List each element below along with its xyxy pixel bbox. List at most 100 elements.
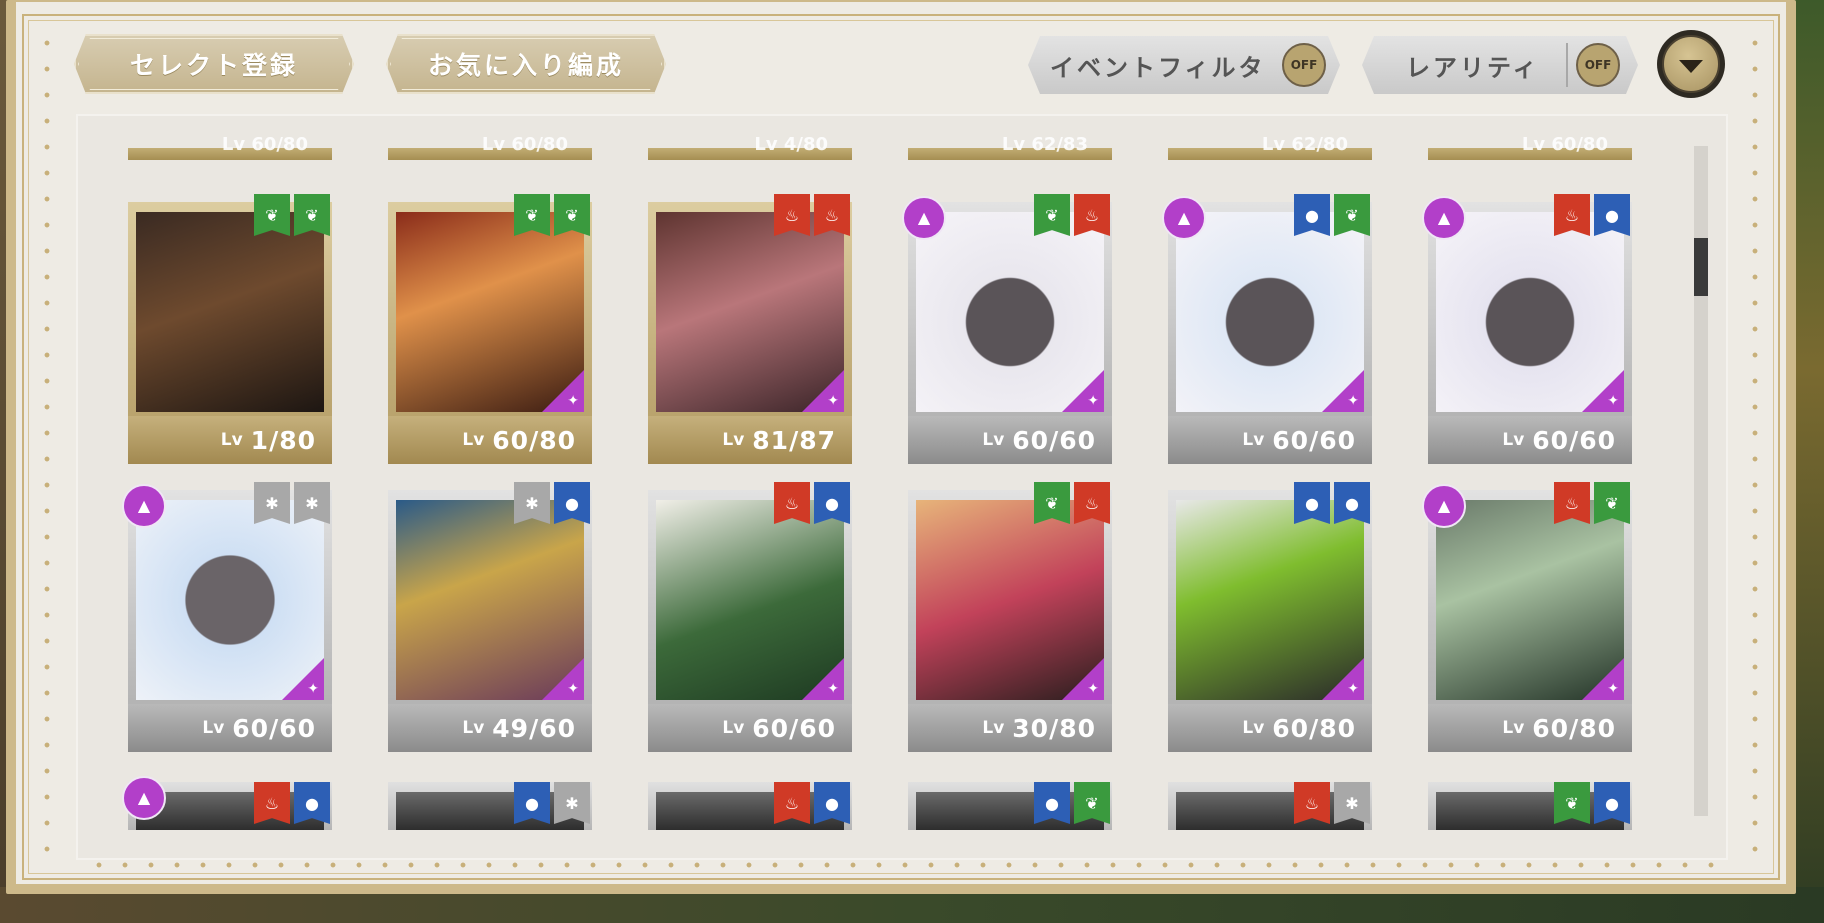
sparkle-icon: ✦ [1607, 681, 1619, 697]
level-prefix: Lv [1502, 430, 1525, 450]
character-card-partial[interactable]: ● ❦ [908, 782, 1112, 830]
character-card[interactable]: ✦ ♨ ● Lv 60/60 [648, 482, 852, 752]
attribute-flags: ✱ ● [514, 482, 590, 524]
level-prefix: Lv [982, 430, 1005, 450]
blue-attribute-icon: ● [554, 482, 590, 524]
rarity-filter-label: レアリティ [1406, 53, 1540, 82]
character-card[interactable]: ✦ ♨ ♨ Lv 81/87 [648, 194, 852, 464]
red-attribute-icon: ♨ [1554, 482, 1590, 524]
level-prefix: Lv [1242, 430, 1265, 450]
card-level-bar: Lv 60/80 [1428, 704, 1632, 752]
sort-order-button[interactable] [1657, 30, 1725, 98]
limit-break-icon: ▲ [1162, 196, 1206, 240]
character-portrait [656, 500, 844, 700]
attribute-flags: ● ✱ [514, 782, 590, 824]
character-card[interactable]: ✦ ✱ ● Lv 49/60 [388, 482, 592, 752]
card-level-value: 81/87 [752, 425, 836, 455]
level-prefix: Lv [1502, 718, 1525, 738]
card-level-strip[interactable]: Lv 62/83 [908, 134, 1112, 160]
card-level-strip[interactable]: Lv 60/80 [1428, 134, 1632, 160]
card-level-bar: Lv 81/87 [648, 416, 852, 464]
sparkle-icon: ✦ [827, 681, 839, 697]
card-grid[interactable]: Lv 60/80 Lv 60/80 Lv 4/80 Lv 62/83 Lv 62/80 L… [76, 114, 1728, 860]
red-attribute-icon: ♨ [774, 482, 810, 524]
attribute-flags: ♨ ● [774, 782, 850, 824]
rarity-filter-button[interactable]: レアリティ OFF [1362, 36, 1638, 94]
green-attribute-icon: ❦ [254, 194, 290, 236]
gray-attribute-icon: ✱ [554, 782, 590, 824]
blue-attribute-icon: ● [1294, 194, 1330, 236]
event-filter-label: イベントフィルタ [1050, 53, 1266, 82]
card-level-value: 30/80 [1012, 713, 1096, 743]
attribute-flags: ✱ ✱ [254, 482, 330, 524]
level-prefix: Lv [982, 718, 1005, 738]
card-level-bar: Lv 30/80 [908, 704, 1112, 752]
attribute-flags: ❦ ❦ [514, 194, 590, 236]
attribute-flags: ● ❦ [1294, 194, 1370, 236]
card-level-strip[interactable]: Lv 60/80 [128, 134, 332, 160]
event-filter-button[interactable]: イベントフィルタ OFF [1028, 36, 1340, 94]
select-register-button[interactable]: セレクト登録 [74, 34, 354, 94]
green-attribute-icon: ❦ [514, 194, 550, 236]
sparkle-icon: ✦ [1087, 393, 1099, 409]
sparkle-icon: ✦ [567, 393, 579, 409]
character-card[interactable]: ✦ ❦ ♨ Lv 30/80 [908, 482, 1112, 752]
level-prefix: Lv [722, 718, 745, 738]
character-portrait [396, 500, 584, 700]
character-card-partial[interactable]: ♨ ✱ [1168, 782, 1372, 830]
character-card[interactable]: ✦ ❦ ❦ Lv 60/80 [388, 194, 592, 464]
red-attribute-icon: ♨ [1554, 194, 1590, 236]
blue-attribute-icon: ● [1294, 482, 1330, 524]
level-prefix: Lv [202, 718, 225, 738]
card-level-value: 60/60 [1012, 425, 1096, 455]
character-card[interactable]: ✦ ❦ ♨ ▲ Lv 60/60 [902, 194, 1112, 464]
sparkle-icon: ✦ [1607, 393, 1619, 409]
card-level-strip[interactable]: Lv 60/80 [388, 134, 592, 160]
green-attribute-icon: ❦ [1074, 782, 1110, 824]
blue-attribute-icon: ● [1594, 782, 1630, 824]
card-level-value: 60/80 [1272, 713, 1356, 743]
character-card-partial[interactable]: ● ✱ [388, 782, 592, 830]
card-level-value: 60/60 [1272, 425, 1356, 455]
sparkle-icon: ✦ [1347, 681, 1359, 697]
sparkle-icon: ✦ [827, 393, 839, 409]
character-card[interactable]: ❦ ❦ Lv 1/80 [128, 194, 332, 464]
character-card[interactable]: ✦ ♨ ❦ ▲ Lv 60/80 [1422, 482, 1632, 752]
gray-attribute-icon: ✱ [514, 482, 550, 524]
attribute-flags: ❦ ♨ [1034, 194, 1110, 236]
red-attribute-icon: ♨ [774, 782, 810, 824]
green-attribute-icon: ❦ [1034, 482, 1070, 524]
favorite-edit-button[interactable]: お気に入り編成 [386, 34, 666, 94]
character-card[interactable]: ✦ ● ❦ ▲ Lv 60/60 [1162, 194, 1372, 464]
card-level-strip[interactable]: Lv 4/80 [648, 134, 852, 160]
scrollbar-thumb[interactable] [1694, 238, 1708, 296]
card-level-text: Lv 62/83 [1001, 134, 1088, 155]
dotted-border-bottom [86, 862, 1716, 868]
red-attribute-icon: ♨ [1074, 482, 1110, 524]
character-portrait [1436, 212, 1624, 412]
attribute-flags: ♨ ♨ [774, 194, 850, 236]
level-prefix: Lv [220, 430, 243, 450]
red-attribute-icon: ♨ [774, 194, 810, 236]
character-card-partial[interactable]: ❦ ● [1428, 782, 1632, 830]
gray-attribute-icon: ✱ [294, 482, 330, 524]
blue-attribute-icon: ● [514, 782, 550, 824]
card-level-value: 60/60 [752, 713, 836, 743]
green-attribute-icon: ❦ [1594, 482, 1630, 524]
card-level-value: 1/80 [250, 425, 316, 455]
character-card[interactable]: ✦ ♨ ● ▲ Lv 60/60 [1422, 194, 1632, 464]
blue-attribute-icon: ● [1034, 782, 1070, 824]
card-level-value: 60/60 [232, 713, 316, 743]
character-portrait [136, 500, 324, 700]
character-card-partial[interactable]: ♨ ● [648, 782, 852, 830]
card-level-bar: Lv 60/80 [1168, 704, 1372, 752]
blue-attribute-icon: ● [1334, 482, 1370, 524]
card-level-strip[interactable]: Lv 62/80 [1168, 134, 1372, 160]
red-attribute-icon: ♨ [254, 782, 290, 824]
card-level-bar: Lv 49/60 [388, 704, 592, 752]
character-card[interactable]: ✦ ✱ ✱ ▲ Lv 60/60 [122, 482, 332, 752]
character-portrait [136, 212, 324, 412]
sparkle-icon: ✦ [307, 681, 319, 697]
character-card[interactable]: ✦ ● ● Lv 60/80 [1168, 482, 1372, 752]
card-level-text: Lv 62/80 [1261, 134, 1348, 155]
